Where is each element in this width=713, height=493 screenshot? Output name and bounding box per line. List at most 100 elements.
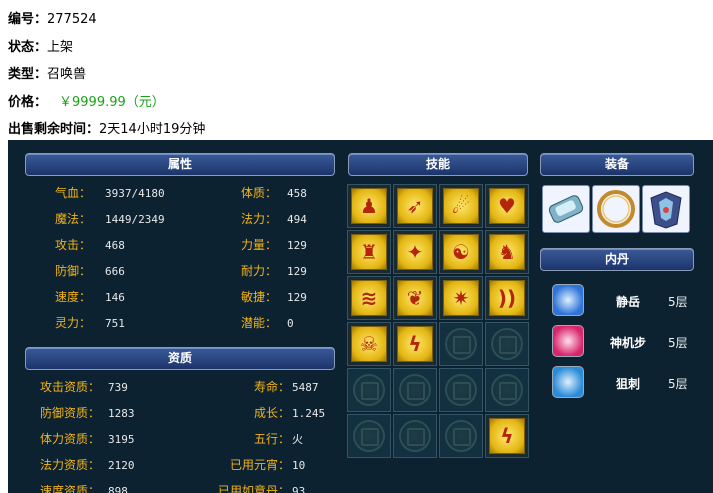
status-label: 状态： [8, 40, 48, 55]
attr-constitution: 体质： 458 [241, 184, 307, 201]
apt-growth: 成长： 1.245 [208, 404, 325, 421]
status-value: 上架 [47, 40, 74, 55]
skill-slot[interactable]: ϟ [485, 414, 529, 458]
attr-label: 力量： [241, 238, 278, 252]
info-status: 状态：上架 [8, 36, 73, 55]
type-value: 召唤兽 [47, 67, 87, 82]
attr-attack: 攻击： 468 [55, 236, 125, 253]
skill-slot[interactable]: ☯ [439, 230, 483, 274]
skill-slot[interactable] [393, 414, 437, 458]
equipment-slot-2[interactable] [592, 185, 640, 233]
equipment-slot-3[interactable] [642, 185, 690, 233]
apt-value: 火 [292, 433, 303, 446]
skill-slot[interactable]: ♥ [485, 184, 529, 228]
apt-speed: 速度资质： 898 [40, 482, 128, 493]
attr-defense: 防御： 666 [55, 262, 125, 279]
apt-value: 5487 [292, 381, 319, 394]
skill-slot[interactable]: ☠ [347, 322, 391, 366]
attr-label: 敏捷： [241, 290, 278, 304]
empty-slot-icon [445, 328, 477, 360]
skill-slot[interactable]: ≋ [347, 276, 391, 320]
skill-slot[interactable] [485, 368, 529, 412]
attr-mp: 魔法： 1449/2349 [55, 210, 165, 227]
lightning-icon: ϟ [489, 418, 525, 454]
apt-label: 已用元宵： [229, 458, 290, 472]
info-price: 价格： ￥9999.99（元） [8, 91, 165, 110]
beast-icon: ♞ [489, 234, 525, 270]
attr-value: 3937/4180 [105, 187, 165, 200]
owl-icon: ☯ [443, 234, 479, 270]
attr-agility: 敏捷： 129 [241, 288, 307, 305]
attr-value: 458 [287, 187, 307, 200]
attr-label: 速度： [55, 290, 92, 304]
skill-slot[interactable] [347, 368, 391, 412]
neidan-name: 静岳 [615, 295, 640, 309]
price-value: ￥9999.99（元） [59, 95, 165, 110]
empty-slot-icon [491, 374, 523, 406]
apt-defense: 防御资质： 1283 [40, 404, 135, 421]
fire-streak-icon: ☄ [443, 188, 479, 224]
skill-slot[interactable] [393, 368, 437, 412]
empty-slot-icon [445, 420, 477, 452]
ring-icon [597, 190, 635, 228]
attr-label: 耐力： [241, 264, 278, 278]
neidan-name: 狙刺 [615, 377, 640, 391]
bow-icon: ➶ [397, 188, 433, 224]
attr-value: 1449/2349 [105, 213, 165, 226]
skill-slot[interactable] [439, 368, 483, 412]
apt-magic: 法力资质： 2120 [40, 456, 135, 473]
equipment-header: 装备 [540, 153, 694, 176]
skill-slot[interactable] [485, 322, 529, 366]
skill-slot[interactable] [439, 414, 483, 458]
shatter-icon: ✷ [443, 280, 479, 316]
apt-label: 五行： [253, 432, 290, 446]
pet-detail-panel: 属性 技能 装备 内丹 资质 气血： 3937/4180 魔法： 1449/2349… [8, 140, 713, 493]
attr-label: 灵力： [55, 316, 92, 330]
attr-label: 魔法： [55, 212, 92, 226]
skill-slot[interactable]: ♞ [485, 230, 529, 274]
empty-slot-icon [353, 420, 385, 452]
attr-label: 气血： [55, 186, 92, 200]
attr-label: 体质： [241, 186, 278, 200]
attr-label: 攻击： [55, 238, 92, 252]
neidan-red-icon[interactable] [552, 325, 584, 357]
skull-icon: ☠ [351, 326, 387, 362]
neidan-blue-icon[interactable] [552, 284, 584, 316]
neidan-name: 神机步 [609, 336, 646, 350]
skill-slot[interactable]: ☄ [439, 184, 483, 228]
skill-slot[interactable]: ❦ [393, 276, 437, 320]
sound-wave-icon: )) [489, 280, 525, 316]
empty-slot-icon [399, 420, 431, 452]
heart-icon: ♥ [489, 188, 525, 224]
attr-label: 法力： [241, 212, 278, 226]
attr-value: 494 [287, 213, 307, 226]
skill-slot[interactable] [347, 414, 391, 458]
info-type: 类型：召唤兽 [8, 63, 86, 82]
hooded-figure-icon: ♜ [351, 234, 387, 270]
attr-hp: 气血： 3937/4180 [55, 184, 165, 201]
apt-value: 1.245 [292, 407, 326, 420]
info-time: 出售剩余时间：2天14小时19分钟 [8, 118, 205, 137]
skill-slot[interactable]: ✦ [393, 230, 437, 274]
attr-endurance: 耐力： 129 [241, 262, 307, 279]
skill-slot[interactable]: ➶ [393, 184, 437, 228]
equipment-slot-1[interactable] [542, 185, 590, 233]
skill-slot[interactable]: ♜ [347, 230, 391, 274]
neidan-lightning-icon[interactable] [552, 366, 584, 398]
neidan-level: 5层 [668, 295, 688, 309]
neidan-level: 5层 [668, 377, 688, 391]
skill-slot[interactable]: ✷ [439, 276, 483, 320]
skill-slot[interactable]: )) [485, 276, 529, 320]
skill-slot[interactable]: ♟ [347, 184, 391, 228]
neidan-header: 内丹 [540, 248, 694, 271]
apt-element: 五行：火 [208, 430, 303, 447]
apt-label: 寿命： [253, 380, 290, 394]
skill-slot[interactable] [439, 322, 483, 366]
skill-slot[interactable]: ϟ [393, 322, 437, 366]
apt-value: 2120 [108, 459, 135, 472]
apt-value: 1283 [108, 407, 135, 420]
skills-grid: ♟ ➶ ☄ ♥ ♜ ✦ ☯ ♞ ≋ ❦ ✷)) ☠ ϟ ϟ [347, 184, 529, 458]
time-value: 2天14小时19分钟 [99, 122, 206, 137]
time-label: 出售剩余时间： [8, 122, 100, 137]
id-value: 277524 [47, 12, 97, 27]
